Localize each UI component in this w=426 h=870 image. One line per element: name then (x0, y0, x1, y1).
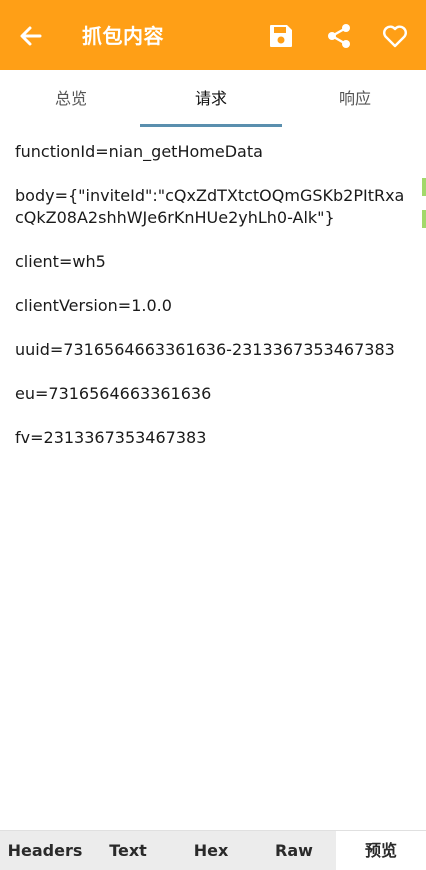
page-title: 抓包内容 (82, 24, 164, 48)
tab-response[interactable]: 响应 (284, 70, 426, 128)
floating-side-tab[interactable] (422, 210, 426, 228)
app-bar: 抓包内容 (0, 0, 426, 70)
request-line-uuid: uuid=7316564663361636-2313367353467383 (15, 340, 395, 359)
share-button[interactable] (326, 23, 352, 49)
back-button[interactable] (18, 23, 44, 49)
save-icon (270, 25, 292, 47)
bottom-tab-bar: Headers Text Hex Raw 预览 (0, 830, 426, 870)
request-line-client-version: clientVersion=1.0.0 (15, 296, 172, 315)
tab-overview[interactable]: 总览 (0, 70, 142, 128)
bottom-tab-preview[interactable]: 预览 (336, 831, 426, 870)
bottom-tab-text[interactable]: Text (90, 831, 166, 870)
floating-side-tab[interactable] (422, 178, 426, 196)
save-button[interactable] (268, 23, 294, 49)
share-icon (328, 24, 350, 48)
request-line-client: client=wh5 (15, 252, 106, 271)
favorite-button[interactable] (382, 23, 408, 49)
request-content: functionId=nian_getHomeData body={"invit… (15, 141, 410, 471)
screen: 抓包内容 总览 请求 响应 functionId=nian_getHomeDat… (0, 0, 426, 870)
bottom-tab-headers[interactable]: Headers (0, 831, 90, 870)
tab-request[interactable]: 请求 (140, 70, 282, 128)
bottom-tab-hex[interactable]: Hex (170, 831, 252, 870)
active-tab-indicator (140, 124, 282, 127)
arrow-left-icon (20, 26, 42, 46)
request-line-eu: eu=7316564663361636 (15, 384, 212, 403)
bottom-tab-raw[interactable]: Raw (252, 831, 336, 870)
request-line-fv: fv=2313367353467383 (15, 428, 207, 447)
heart-icon (383, 25, 407, 48)
tab-bar: 总览 请求 响应 (0, 70, 426, 128)
request-line-body: body={"inviteId":"cQxZdTXtctOQmGSKb2PItR… (15, 186, 405, 227)
request-line-function-id: functionId=nian_getHomeData (15, 142, 263, 161)
